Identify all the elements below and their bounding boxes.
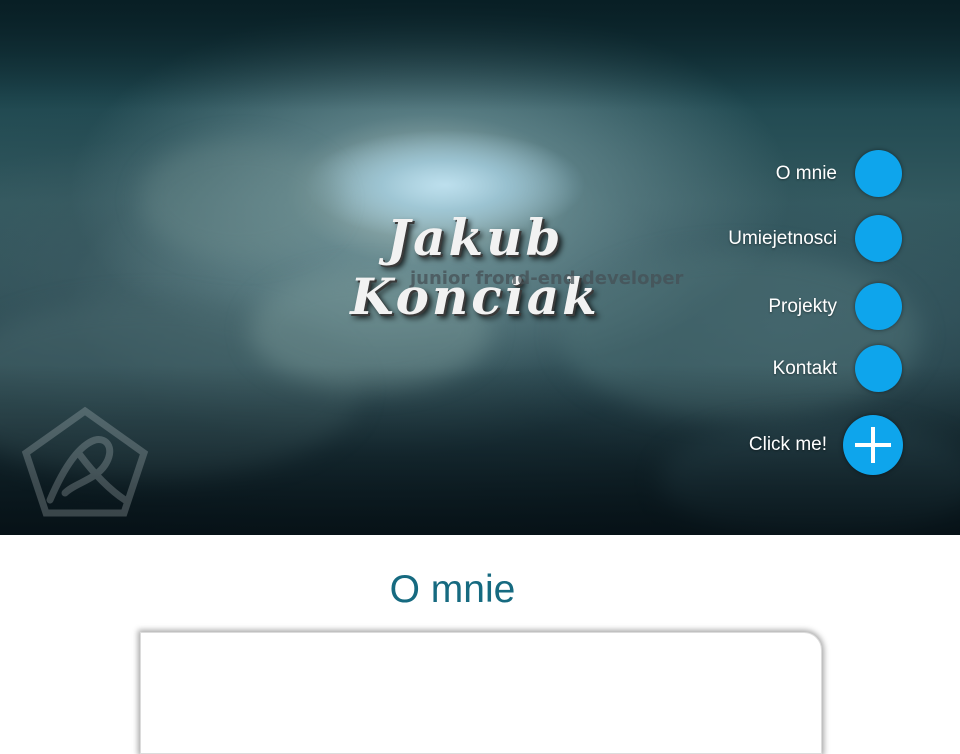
nav-item-kontakt[interactable]: Kontakt [773,345,902,392]
nav-dot-icon[interactable] [855,345,902,392]
pentagon-logo-icon [21,406,149,517]
nav-item-projekty[interactable]: Projekty [768,283,902,330]
brand-subtitle: junior frond-end developer [410,268,684,289]
plus-icon[interactable] [843,415,903,475]
nav-dot-icon[interactable] [855,215,902,262]
nav-item-label: Umiejetnosci [728,227,837,249]
click-me-label: Click me! [748,434,827,455]
click-me-button[interactable]: Click me! [749,415,903,475]
sky-shadow [0,0,960,110]
nav-item-label: Projekty [768,295,837,317]
hero-banner: Jakub Konciak junior frond-end developer… [0,0,960,535]
brand-name: Jakub Konciak [350,208,600,326]
nav-dot-icon[interactable] [855,283,902,330]
nav-item-umiejetnosci[interactable]: Umiejetnosci [728,215,902,262]
section-title: O mnie [389,568,516,611]
about-card [140,632,822,754]
nav-item-o-mnie[interactable]: O mnie [776,150,902,197]
nav-item-label: O mnie [775,162,837,184]
nav-item-label: Kontakt [772,357,837,379]
nav-dot-icon[interactable] [855,150,902,197]
